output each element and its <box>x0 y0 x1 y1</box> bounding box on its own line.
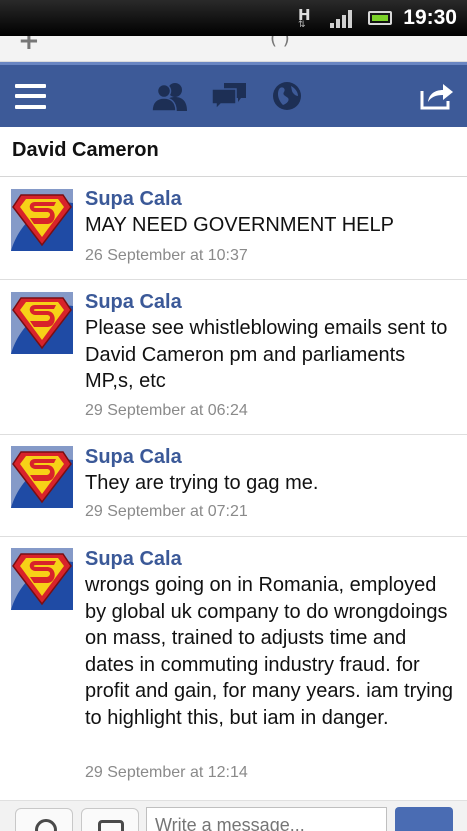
message-composer <box>0 800 467 831</box>
message-timestamp: 29 September at 07:21 <box>85 503 248 520</box>
signal-icon <box>330 10 354 28</box>
globe-icon <box>273 82 301 110</box>
message-item[interactable]: Supa Cala Please see whistleblowing emai… <box>0 280 467 435</box>
page-title: David Cameron <box>12 139 159 161</box>
notifications-button[interactable] <box>270 79 304 113</box>
message-text: Please see whistleblowing emails sent to… <box>85 317 448 392</box>
header-remnant-text: ( ) <box>270 36 290 49</box>
messages-icon <box>211 83 246 111</box>
message-timestamp: 29 September at 06:24 <box>85 402 248 419</box>
messages-button[interactable] <box>209 79 249 113</box>
share-icon <box>420 84 453 110</box>
scrolled-header-remnant: + ( ) <box>0 36 467 62</box>
message-item[interactable]: Supa Cala wrongs going on in Romania, em… <box>0 537 467 800</box>
superman-logo-icon <box>11 189 73 251</box>
message-text: wrongs going on in Romania, employed by … <box>85 574 453 729</box>
top-nav-bar <box>0 62 467 127</box>
battery-icon <box>368 11 392 25</box>
menu-icon <box>14 83 46 109</box>
camera-icon <box>35 819 57 831</box>
status-bar: H ⇅ 19:30 <box>0 0 467 36</box>
superman-logo-icon <box>11 446 73 508</box>
message-sender[interactable]: Supa Cala <box>85 446 182 469</box>
clock: 19:30 <box>403 6 457 29</box>
avatar[interactable] <box>11 548 73 610</box>
message-timestamp: 26 September at 10:37 <box>85 247 248 264</box>
message-sender[interactable]: Supa Cala <box>85 548 182 571</box>
menu-button[interactable] <box>14 79 46 113</box>
data-activity-icon: ⇅ <box>298 20 305 30</box>
superman-logo-icon <box>11 548 73 610</box>
message-sender[interactable]: Supa Cala <box>85 188 182 211</box>
friend-requests-button[interactable] <box>150 79 190 113</box>
camera-button[interactable] <box>15 808 73 831</box>
photo-button[interactable] <box>81 808 139 831</box>
photo-icon <box>98 820 124 831</box>
share-button[interactable] <box>418 79 456 113</box>
message-item[interactable]: Supa Cala MAY NEED GOVERNMENT HELP 26 Se… <box>0 177 467 280</box>
avatar[interactable] <box>11 446 73 508</box>
message-input[interactable] <box>146 807 387 831</box>
conversation-header: David Cameron <box>0 127 467 177</box>
avatar[interactable] <box>11 292 73 354</box>
avatar[interactable] <box>11 189 73 251</box>
send-button[interactable] <box>395 807 453 831</box>
friends-icon <box>151 83 187 111</box>
message-item[interactable]: Supa Cala They are trying to gag me. 29 … <box>0 435 467 537</box>
add-icon: + <box>18 36 40 56</box>
message-text: MAY NEED GOVERNMENT HELP <box>85 214 394 236</box>
message-timestamp: 29 September at 12:14 <box>85 764 248 781</box>
message-sender[interactable]: Supa Cala <box>85 291 182 314</box>
message-text: They are trying to gag me. <box>85 472 319 494</box>
superman-logo-icon <box>11 292 73 354</box>
